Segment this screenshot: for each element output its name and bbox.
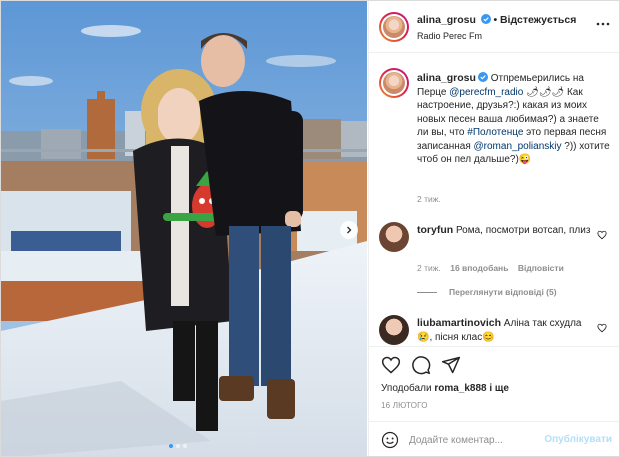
post-photo[interactable] <box>1 1 367 456</box>
carousel-indicator <box>169 444 187 448</box>
comment-avatar-liubamartinovich[interactable] <box>379 315 409 345</box>
following-status-button[interactable]: Відстежується <box>500 14 576 26</box>
comment-time[interactable]: 2 тиж. <box>417 263 441 273</box>
post-header: alina_grosu • Відстежується Radio Perec … <box>369 1 619 53</box>
carousel-next-button[interactable] <box>340 221 358 239</box>
emoji-icon[interactable] <box>381 431 399 449</box>
caption-text: alina_grosu Отпремьерились на Перце @per… <box>417 72 610 165</box>
caption-author-avatar[interactable] <box>379 68 409 98</box>
mention-roman-polianskiy[interactable]: @roman_polianskiy <box>474 141 562 152</box>
comment-input[interactable] <box>409 431 539 449</box>
post-date[interactable]: 16 ЛЮТОГО <box>381 401 428 410</box>
likes-others-button[interactable]: і ще <box>489 383 509 394</box>
comment-liubamartinovich: liubamartinovich Аліна так схудла😢, пісн… <box>417 317 582 343</box>
carousel-dot <box>176 444 180 448</box>
comments-list[interactable]: alina_grosu Отпремьерились на Перце @per… <box>369 54 619 346</box>
verified-badge-icon <box>477 72 488 82</box>
comment-meta: 2 тиж. 16 вподобань Відповісти <box>417 263 564 273</box>
post-actions: Уподобали roma_k888 і ще 16 ЛЮТОГО <box>369 346 619 428</box>
hashtag-polotentse[interactable]: #Полотенце <box>467 127 523 138</box>
heart-icon[interactable] <box>381 355 401 375</box>
share-icon[interactable] <box>441 355 461 375</box>
comment-like-heart-icon[interactable] <box>597 323 607 333</box>
caption-time[interactable]: 2 тиж. <box>417 194 441 204</box>
comment-avatar-toryfun[interactable] <box>379 222 409 252</box>
comment-like-heart-icon[interactable] <box>597 230 607 240</box>
comment-likes-count[interactable]: 16 вподобань <box>450 263 508 273</box>
post-details-panel: alina_grosu • Відстежується Radio Perec … <box>368 1 619 456</box>
photo-illustration <box>1 1 367 456</box>
comment-author[interactable]: toryfun <box>417 224 453 236</box>
instagram-post: alina_grosu • Відстежується Radio Perec … <box>0 0 620 457</box>
comment-toryfun: toryfun Рома, посмотри вотсап, плиз <box>417 224 591 236</box>
verified-badge-icon <box>480 14 491 24</box>
comment-author[interactable]: liubamartinovich <box>417 317 501 329</box>
add-comment-bar: Опублікувати <box>369 421 619 456</box>
follow-separator: • <box>493 14 498 26</box>
view-replies-button[interactable]: Переглянути відповіді (5) <box>417 287 557 297</box>
liked-by-user[interactable]: roma_k888 <box>434 383 486 394</box>
mention-perecfm[interactable]: @perecfm_radio <box>449 87 523 98</box>
carousel-dot-active <box>169 444 173 448</box>
comment-icon[interactable] <box>411 355 431 375</box>
publish-button[interactable]: Опублікувати <box>544 434 612 445</box>
more-options-icon[interactable] <box>596 21 610 27</box>
likes-summary: Уподобали roma_k888 і ще <box>381 383 509 394</box>
post-location[interactable]: Radio Perec Fm <box>417 31 482 41</box>
chevron-right-icon <box>347 226 352 234</box>
author-username[interactable]: alina_grosu <box>417 14 476 26</box>
carousel-dot <box>183 444 187 448</box>
author-avatar[interactable] <box>379 12 409 42</box>
reply-button[interactable]: Відповісти <box>518 263 564 273</box>
caption-author[interactable]: alina_grosu <box>417 72 476 84</box>
